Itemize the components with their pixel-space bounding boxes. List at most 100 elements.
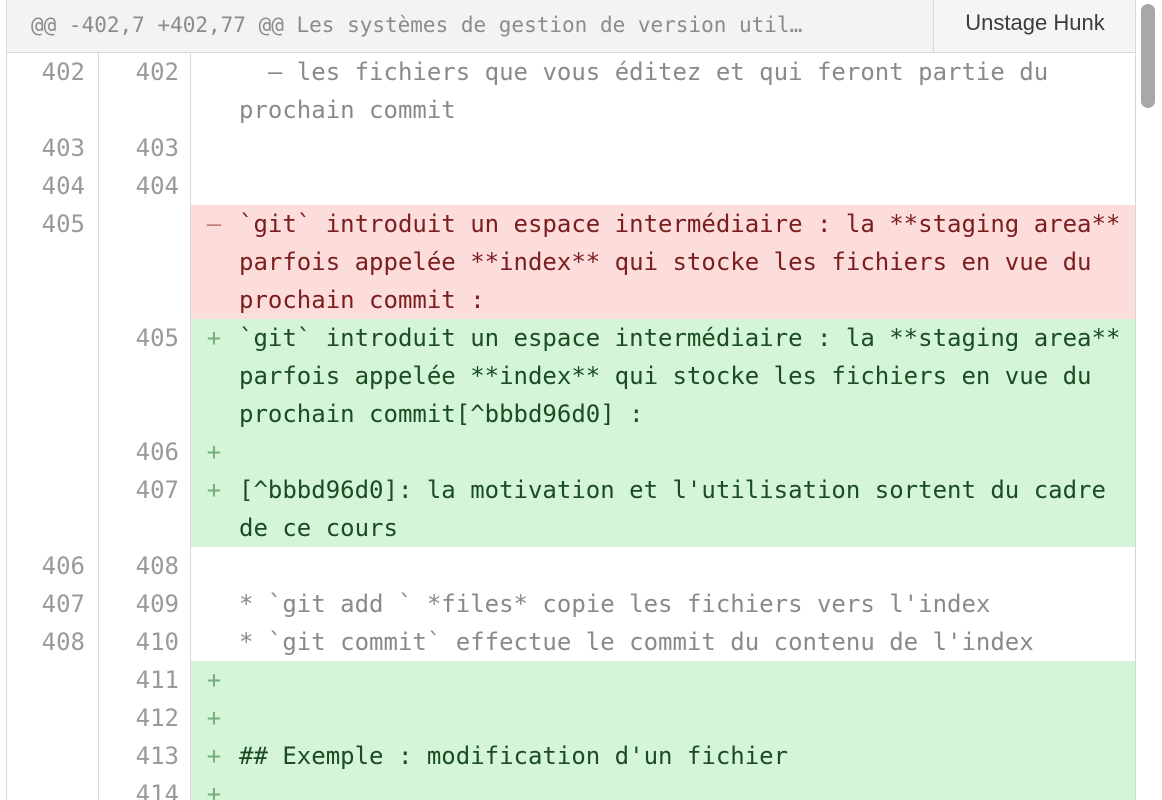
code-area: + [^bbbd96d0]: la motivation et l'utilisa… [191, 471, 1135, 547]
new-line-number: 412 [135, 704, 179, 732]
added-line[interactable]: 405 + `git` introduit un espace intermédia… [7, 319, 1135, 433]
old-line-number: 403 [41, 134, 85, 162]
code-area: + [191, 661, 1135, 699]
code-area: + [191, 775, 1135, 800]
plus-sign: + [206, 476, 222, 504]
new-line-number: 406 [135, 438, 179, 466]
gutter-divider [98, 471, 99, 547]
new-line-number: 414 [135, 780, 179, 800]
code-area: * `git commit` effectue le commit du con… [191, 623, 1135, 661]
gutter-divider [190, 167, 191, 205]
gutter-divider [98, 775, 99, 800]
old-line-number: 404 [41, 172, 85, 200]
gutter-divider [98, 319, 99, 433]
plus-sign: + [206, 704, 222, 732]
context-line[interactable]: 403 403 [7, 129, 1135, 167]
gutter-divider [190, 129, 191, 167]
line-content: * `git add ` *files* copie les fichiers … [239, 590, 991, 618]
removed-line[interactable]: 405 – `git` introduit un espace intermédia… [7, 205, 1135, 319]
added-line[interactable]: 406 + [7, 433, 1135, 471]
line-number-gutter: 403 403 [7, 129, 191, 167]
gutter-divider [98, 433, 99, 471]
old-line-number: 406 [41, 552, 85, 580]
hunk-header: @@ -402,7 +402,77 @@ Les systèmes de ges… [7, 0, 1135, 53]
old-line-number: 407 [41, 590, 85, 618]
new-line-number: 413 [135, 742, 179, 770]
gutter-divider [98, 167, 99, 205]
diff-lines[interactable]: 402 402 – les fichiers que vous éditez et… [7, 53, 1135, 800]
code-area: – les fichiers que vous éditez et qui fe… [191, 53, 1135, 129]
line-number-gutter: 404 404 [7, 167, 191, 205]
gutter-divider [190, 737, 191, 775]
plus-sign: + [206, 742, 222, 770]
line-content: ## Exemple : modification d'un fichier [239, 742, 789, 770]
context-line[interactable]: 404 404 [7, 167, 1135, 205]
added-line[interactable]: 412 + [7, 699, 1135, 737]
line-number-gutter: 406 [7, 433, 191, 471]
new-line-number: 407 [135, 476, 179, 504]
gutter-divider [190, 775, 191, 800]
gutter-divider [190, 205, 191, 319]
added-line[interactable]: 414 + [7, 775, 1135, 800]
plus-sign: + [206, 666, 222, 694]
diff-panel: @@ -402,7 +402,77 @@ Les systèmes de ges… [6, 0, 1136, 800]
new-line-number: 402 [135, 58, 179, 86]
context-line[interactable]: 408 410 * `git commit` effectue le commit … [7, 623, 1135, 661]
vertical-scrollbar[interactable] [1141, 4, 1155, 108]
line-number-gutter: 407 [7, 471, 191, 547]
gutter-divider [190, 319, 191, 433]
added-line[interactable]: 413 + ## Exemple : modification d'un fichi… [7, 737, 1135, 775]
unstage-hunk-button[interactable]: Unstage Hunk [933, 0, 1135, 52]
plus-sign: + [206, 780, 222, 800]
plus-sign: + [206, 324, 222, 352]
line-number-gutter: 414 [7, 775, 191, 800]
line-content: [^bbbd96d0]: la motivation et l'utilisat… [239, 476, 1121, 542]
line-number-gutter: 408 410 [7, 623, 191, 661]
hunk-header-text: @@ -402,7 +402,77 @@ Les systèmes de ges… [31, 13, 803, 37]
line-number-gutter: 412 [7, 699, 191, 737]
gutter-divider [190, 53, 191, 129]
gutter-divider [98, 205, 99, 319]
new-line-number: 404 [135, 172, 179, 200]
new-line-number: 411 [135, 666, 179, 694]
gutter-divider [98, 737, 99, 775]
added-line[interactable]: 407 + [^bbbd96d0]: la motivation et l'util… [7, 471, 1135, 547]
gutter-divider [190, 547, 191, 585]
code-area: + [191, 699, 1135, 737]
code-area: + `git` introduit un espace intermédiaire… [191, 319, 1135, 433]
minus-sign: – [206, 210, 222, 238]
gutter-divider [190, 623, 191, 661]
gutter-divider [190, 585, 191, 623]
added-line[interactable]: 411 + [7, 661, 1135, 699]
gutter-divider [190, 699, 191, 737]
old-line-number: 405 [41, 210, 85, 238]
context-line[interactable]: 402 402 – les fichiers que vous éditez et… [7, 53, 1135, 129]
gutter-divider [190, 471, 191, 547]
line-content: – les fichiers que vous éditez et qui fe… [239, 58, 1063, 124]
new-line-number: 410 [135, 628, 179, 656]
context-line[interactable]: 407 409 * `git add ` *files* copie les fic… [7, 585, 1135, 623]
gutter-divider [98, 661, 99, 699]
gutter-divider [190, 661, 191, 699]
gutter-divider [98, 585, 99, 623]
line-number-gutter: 411 [7, 661, 191, 699]
code-area [191, 167, 1135, 205]
new-line-number: 403 [135, 134, 179, 162]
new-line-number: 408 [135, 552, 179, 580]
gutter-divider [98, 129, 99, 167]
gutter-divider [190, 433, 191, 471]
code-area: + ## Exemple : modification d'un fichier [191, 737, 1135, 775]
code-area: – `git` introduit un espace intermédiaire… [191, 205, 1135, 319]
code-area: + [191, 433, 1135, 471]
old-line-number: 402 [41, 58, 85, 86]
plus-sign: + [206, 438, 222, 466]
line-content: * `git commit` effectue le commit du con… [239, 628, 1034, 656]
context-line[interactable]: 406 408 [7, 547, 1135, 585]
line-number-gutter: 405 [7, 319, 191, 433]
line-number-gutter: 407 409 [7, 585, 191, 623]
gutter-divider [98, 547, 99, 585]
code-area [191, 129, 1135, 167]
line-number-gutter: 413 [7, 737, 191, 775]
line-number-gutter: 406 408 [7, 547, 191, 585]
new-line-number: 405 [135, 324, 179, 352]
